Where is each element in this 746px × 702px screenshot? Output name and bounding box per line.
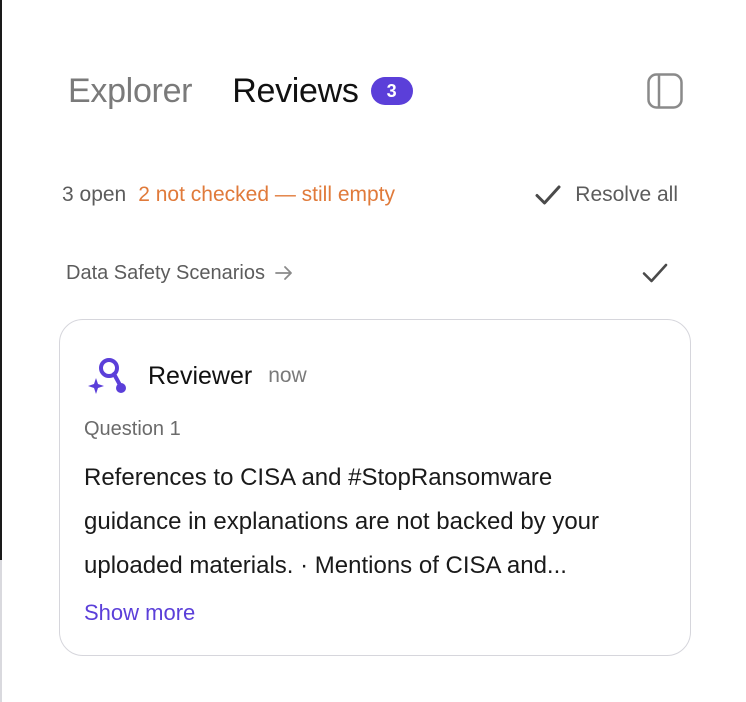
review-card: Reviewer now Question 1 References to CI… — [59, 319, 691, 656]
arrow-right-icon — [275, 266, 292, 280]
scenario-row: Data Safety Scenarios — [66, 258, 668, 288]
show-more-link[interactable]: Show more — [84, 600, 195, 626]
reviews-panel: Explorer Reviews 3 3 open 2 not checked … — [0, 0, 746, 702]
review-status-row: 3 open 2 not checked — still empty Resol… — [62, 180, 678, 210]
review-comment-line: uploaded materials. · Mentions of CISA a… — [84, 552, 567, 579]
resolve-all-button[interactable]: Resolve all — [535, 183, 678, 207]
review-comment-line: References to CISA and #StopRansomware — [84, 464, 553, 491]
reviewer-sparkle-icon — [88, 358, 126, 394]
review-timestamp: now — [268, 364, 307, 387]
tab-explorer[interactable]: Explorer — [68, 66, 193, 116]
resolve-all-label: Resolve all — [575, 183, 678, 206]
scenario-title: Data Safety Scenarios — [66, 261, 265, 284]
question-label: Question 1 — [84, 418, 181, 440]
reviewer-name: Reviewer — [148, 361, 253, 390]
window-edge-divider — [0, 0, 2, 560]
scenario-link[interactable]: Data Safety Scenarios — [66, 262, 293, 285]
scenario-resolve-button[interactable] — [642, 262, 668, 284]
panel-tabs: Explorer Reviews 3 — [68, 66, 413, 116]
review-card-header: Reviewer now — [88, 356, 307, 396]
sidebar-panel-icon[interactable] — [647, 73, 683, 109]
review-comment-line: guidance in explanations are not backed … — [84, 508, 600, 535]
review-comment-text: References to CISA and #StopRansomware g… — [84, 456, 664, 588]
reviews-count-badge: 3 — [370, 77, 413, 105]
check-icon — [535, 185, 561, 205]
not-checked-warning: 2 not checked — still empty — [138, 183, 396, 206]
open-count-text: 3 open — [62, 183, 127, 206]
tab-reviews[interactable]: Reviews — [232, 66, 359, 116]
check-icon — [642, 263, 668, 283]
window-edge-divider-lower — [0, 560, 2, 702]
